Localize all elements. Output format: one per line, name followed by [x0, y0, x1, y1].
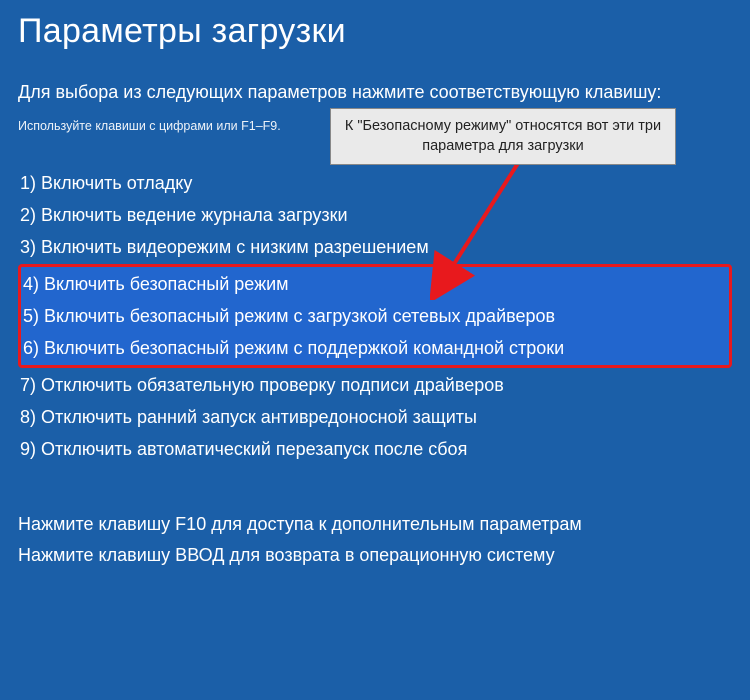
- startup-settings-screen: Параметры загрузки Для выбора из следующ…: [0, 0, 750, 583]
- option-num: 8): [20, 407, 36, 427]
- callout-annotation: К "Безопасному режиму" относятся вот эти…: [330, 108, 676, 165]
- option-2[interactable]: 2) Включить ведение журнала загрузки: [18, 199, 732, 231]
- option-num: 5): [23, 306, 39, 326]
- page-title: Параметры загрузки: [18, 12, 732, 51]
- option-num: 7): [20, 375, 36, 395]
- option-num: 2): [20, 205, 36, 225]
- option-1[interactable]: 1) Включить отладку: [18, 167, 732, 199]
- option-8[interactable]: 8) Отключить ранний запуск антивредоносн…: [18, 401, 732, 433]
- footer: Нажмите клавишу F10 для доступа к дополн…: [18, 509, 732, 570]
- option-label: Отключить ранний запуск антивредоносной …: [41, 407, 477, 427]
- footer-enter: Нажмите клавишу ВВОД для возврата в опер…: [18, 540, 732, 571]
- option-label: Включить отладку: [41, 173, 192, 193]
- subtitle: Для выбора из следующих параметров нажми…: [18, 79, 732, 105]
- option-4[interactable]: 4) Включить безопасный режим: [21, 268, 729, 300]
- options-list: 1) Включить отладку 2) Включить ведение …: [18, 167, 732, 465]
- option-label: Включить безопасный режим с загрузкой се…: [44, 306, 555, 326]
- option-label: Включить безопасный режим: [44, 274, 289, 294]
- arrow-icon: [430, 155, 550, 300]
- option-label: Отключить обязательную проверку подписи …: [41, 375, 504, 395]
- option-num: 3): [20, 237, 36, 257]
- option-label: Включить видеорежим с низким разрешением: [41, 237, 429, 257]
- option-label: Включить ведение журнала загрузки: [41, 205, 348, 225]
- option-label: Отключить автоматический перезапуск посл…: [41, 439, 467, 459]
- option-label: Включить безопасный режим с поддержкой к…: [44, 338, 564, 358]
- option-num: 6): [23, 338, 39, 358]
- option-7[interactable]: 7) Отключить обязательную проверку подпи…: [18, 369, 732, 401]
- safe-mode-highlight: 4) Включить безопасный режим 5) Включить…: [18, 264, 732, 368]
- option-6[interactable]: 6) Включить безопасный режим с поддержко…: [21, 332, 729, 364]
- option-9[interactable]: 9) Отключить автоматический перезапуск п…: [18, 433, 732, 465]
- option-num: 4): [23, 274, 39, 294]
- option-num: 9): [20, 439, 36, 459]
- option-num: 1): [20, 173, 36, 193]
- footer-f10: Нажмите клавишу F10 для доступа к дополн…: [18, 509, 732, 540]
- option-5[interactable]: 5) Включить безопасный режим с загрузкой…: [21, 300, 729, 332]
- option-3[interactable]: 3) Включить видеорежим с низким разрешен…: [18, 231, 732, 263]
